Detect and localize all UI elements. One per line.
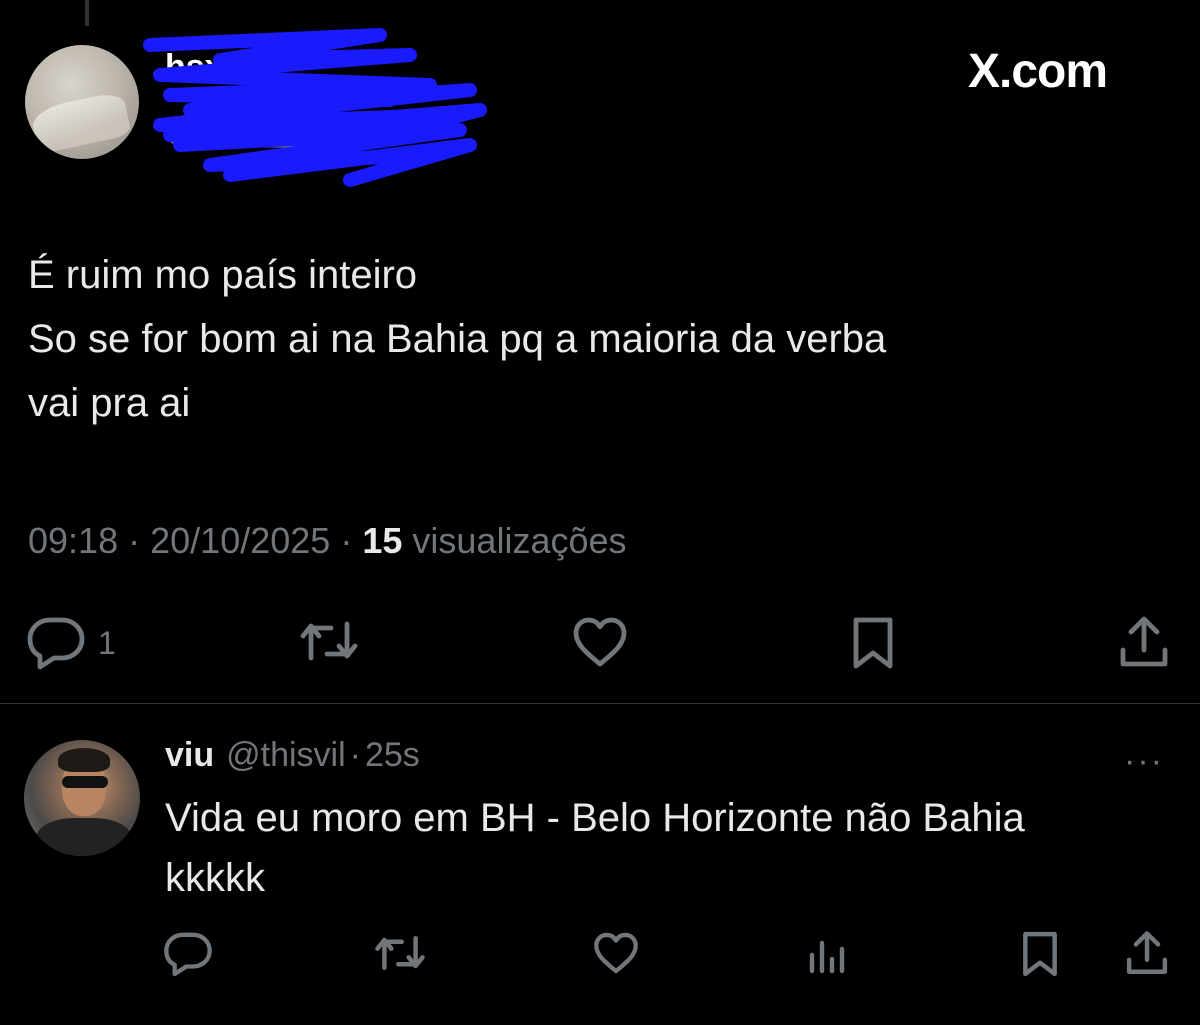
share-icon <box>1126 931 1168 974</box>
like-icon <box>573 617 627 667</box>
reply-button[interactable]: 1 <box>26 616 116 670</box>
reply-header: viu @thisvil · 25s <box>165 736 420 775</box>
divider <box>0 703 1200 704</box>
thread-line <box>85 0 89 26</box>
reply-count: 1 <box>98 624 116 661</box>
tweet-date[interactable]: 20/10/2025 <box>150 520 330 561</box>
reply-actions <box>0 925 1200 985</box>
retweet-button[interactable] <box>299 618 359 664</box>
like-icon <box>594 932 638 974</box>
reply-retweet-button[interactable] <box>374 933 426 973</box>
reply-author-handle[interactable]: @thisvil <box>226 736 346 775</box>
tweet-actions: 1 <box>0 612 1200 672</box>
reply-icon <box>27 617 85 670</box>
views-icon <box>809 940 845 974</box>
share-button[interactable] <box>1117 614 1171 670</box>
redaction-scribble <box>143 28 487 187</box>
reply-author-avatar[interactable] <box>24 740 140 856</box>
reply-reply-button[interactable] <box>163 931 213 977</box>
tweet-meta: 09:18 · 20/10/2025 · 15 visualizações <box>28 520 627 562</box>
retweet-icon <box>375 936 425 970</box>
like-button[interactable] <box>572 616 628 668</box>
share-icon <box>1120 616 1168 667</box>
more-icon[interactable]: ··· <box>1124 742 1164 781</box>
meta-separator: · <box>128 520 141 561</box>
bookmark-icon <box>853 617 893 669</box>
reply-author-name[interactable]: viu <box>165 736 214 775</box>
views-label: visualizações <box>412 520 627 561</box>
meta-separator: · <box>340 520 353 561</box>
retweet-icon <box>300 621 358 661</box>
reply-age[interactable]: 25s <box>365 736 420 775</box>
bookmark-icon <box>1023 931 1057 977</box>
bookmark-button[interactable] <box>850 614 896 672</box>
reply-text: Vida eu moro em BH - Belo Horizonte não … <box>165 796 1025 900</box>
reply-separator: · <box>349 736 361 774</box>
reply-views-button[interactable] <box>806 935 846 975</box>
tweet-text: É ruim mo país inteiro So se for bom ai … <box>28 253 887 425</box>
views-count: 15 <box>362 520 403 561</box>
tweet-time[interactable]: 09:18 <box>28 520 118 561</box>
reply-like-button[interactable] <box>593 931 639 975</box>
author-avatar[interactable] <box>25 45 139 159</box>
reply-bookmark-button[interactable] <box>1020 929 1060 979</box>
x-watermark: X.com <box>968 45 1108 98</box>
reply-icon <box>164 932 212 977</box>
reply-share-button[interactable] <box>1124 929 1170 977</box>
